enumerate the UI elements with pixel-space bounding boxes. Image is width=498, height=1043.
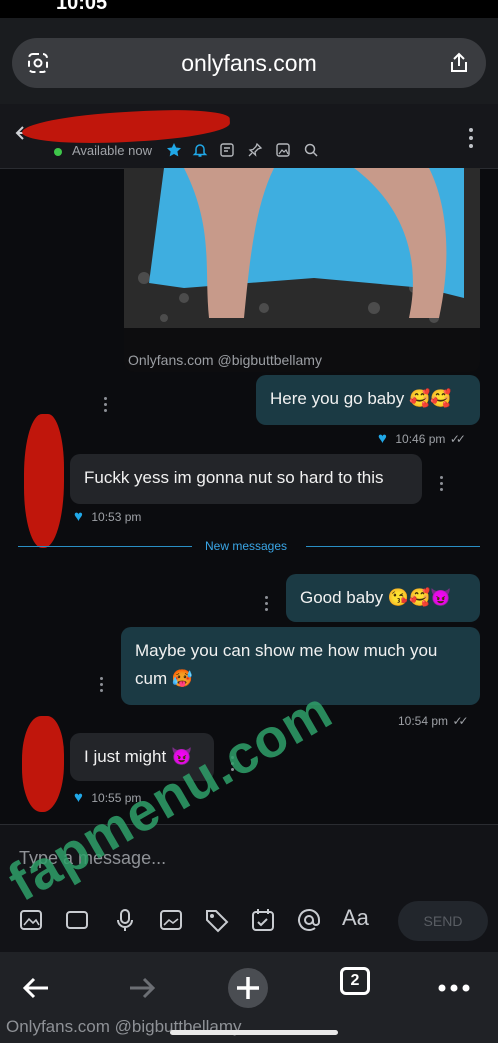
message-bubble-incoming[interactable]: Fuckk yess im gonna nut so hard to this	[70, 454, 422, 504]
message-text: Here you go baby	[270, 389, 405, 408]
message-meta: ♥ 10:53 pm	[74, 508, 141, 526]
message-text: I just might	[84, 747, 167, 766]
redaction-mark	[24, 414, 64, 548]
gif-icon[interactable]	[64, 907, 90, 933]
tab-count: 2	[350, 972, 360, 989]
message-text: Fuckk yess im gonna nut so hard to this	[84, 468, 384, 487]
new-messages-label: New messages	[205, 539, 288, 553]
read-receipt-icon: ✓✓	[449, 432, 466, 446]
forward-arrow-icon[interactable]	[122, 968, 162, 1008]
chat-header: Available now	[0, 104, 498, 169]
price-tag-icon[interactable]	[204, 907, 230, 933]
send-button[interactable]: SEND	[398, 901, 488, 941]
chat-menu-button[interactable]	[469, 128, 473, 152]
message-options-button[interactable]	[100, 677, 103, 695]
heart-icon[interactable]: ♥	[74, 789, 83, 806]
message-bubble-outgoing[interactable]: Good baby 😘🥰😈	[286, 574, 480, 622]
microphone-icon[interactable]	[112, 907, 138, 933]
separator-line	[18, 546, 192, 547]
message-text: Good baby	[300, 588, 384, 607]
home-indicator[interactable]	[170, 1030, 338, 1035]
url-text: onlyfans.com	[181, 50, 317, 76]
message-time: 10:53 pm	[91, 510, 142, 524]
share-icon[interactable]	[447, 51, 471, 75]
availability-status: Available now	[72, 143, 152, 158]
redaction-mark	[22, 716, 64, 812]
message-meta: 10:54 pm ✓✓	[398, 712, 469, 730]
calendar-check-icon[interactable]	[250, 907, 276, 933]
message-emoji: 🥵	[171, 669, 194, 688]
heart-icon[interactable]: ♥	[74, 508, 83, 525]
browser-toolbar: onlyfans.com	[0, 18, 498, 104]
separator-line	[306, 546, 480, 547]
star-icon[interactable]	[166, 142, 182, 158]
plus-icon[interactable]	[228, 968, 268, 1008]
message-bubble-outgoing[interactable]: Here you go baby 🥰🥰	[256, 375, 480, 425]
url-bar[interactable]: onlyfans.com	[12, 38, 486, 88]
status-time: 10:05	[56, 0, 108, 14]
text-format-button[interactable]: Aa	[342, 905, 369, 931]
message-emoji: 🥰🥰	[408, 389, 452, 408]
bell-icon[interactable]	[192, 142, 208, 158]
message-options-button[interactable]	[265, 596, 268, 614]
more-icon[interactable]	[434, 968, 474, 1008]
message-emoji: 😘🥰😈	[387, 588, 452, 607]
online-status-dot	[54, 148, 62, 156]
message-time: 10:46 pm	[395, 432, 446, 446]
search-icon[interactable]	[303, 142, 319, 158]
media-message[interactable]: Onlyfans.com @bigbuttbellamy	[124, 168, 480, 372]
read-receipt-icon: ✓✓	[452, 714, 469, 728]
media-caption: Onlyfans.com @bigbuttbellamy	[128, 352, 322, 368]
heart-icon[interactable]: ♥	[378, 430, 387, 447]
mention-icon[interactable]	[296, 907, 322, 933]
message-options-button[interactable]	[104, 397, 107, 415]
message-time: 10:54 pm	[398, 714, 449, 728]
message-options-button[interactable]	[440, 476, 443, 494]
image-icon[interactable]	[275, 142, 291, 158]
pin-icon[interactable]	[247, 142, 263, 158]
media-image	[124, 168, 480, 328]
vault-icon[interactable]	[158, 907, 184, 933]
back-arrow-icon[interactable]	[16, 968, 56, 1008]
tabs-button[interactable]: 2	[340, 967, 370, 995]
note-icon[interactable]	[219, 142, 235, 158]
message-meta: ♥ 10:46 pm ✓✓	[378, 430, 466, 448]
